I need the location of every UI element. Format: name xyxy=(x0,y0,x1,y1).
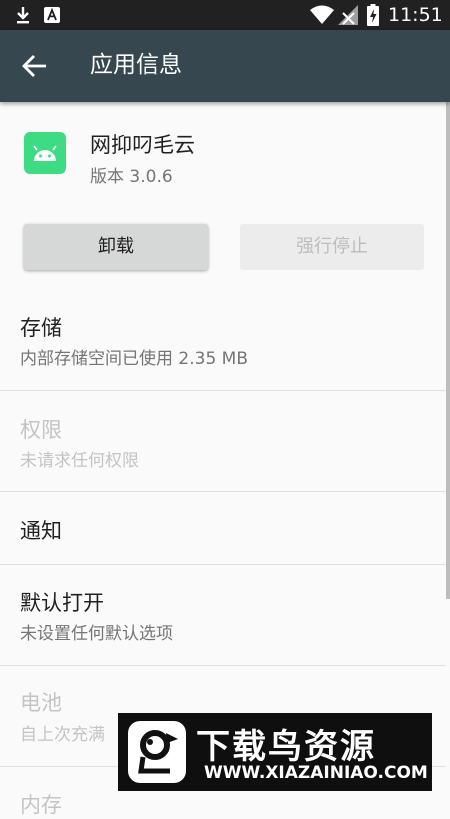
bird-logo-icon xyxy=(128,721,186,783)
scrollbar[interactable] xyxy=(446,102,450,599)
force-stop-button[interactable]: 强行停止 xyxy=(240,224,424,270)
download-icon xyxy=(17,7,29,24)
android-icon xyxy=(24,132,66,174)
battery-charging-icon xyxy=(367,4,379,26)
watermark-url: WWW.XIAZAINIAO.COM xyxy=(204,763,428,783)
settings-item-notifications[interactable]: 通知 xyxy=(0,492,446,565)
app-bar: 应用信息 xyxy=(0,30,450,102)
status-time: 11:51 xyxy=(388,4,443,26)
settings-item-title: 默认打开 xyxy=(20,591,104,615)
settings-item-title: 电池 xyxy=(20,691,62,715)
settings-item-title: 内存 xyxy=(20,793,62,817)
app-name: 网抑叼毛云 xyxy=(90,133,195,157)
settings-item-storage[interactable]: 存储 内部存储空间已使用 2.35 MB xyxy=(0,288,446,391)
settings-item-open-by-default[interactable]: 默认打开 未设置任何默认选项 xyxy=(0,565,446,666)
settings-item-subtitle: 内部存储空间已使用 2.35 MB xyxy=(20,349,248,369)
app-version: 版本 3.0.6 xyxy=(90,167,173,187)
settings-item-subtitle: 自上次充满 xyxy=(20,725,105,745)
settings-item-subtitle: 未请求任何权限 xyxy=(20,451,139,471)
no-signal-icon xyxy=(338,5,358,25)
settings-item-subtitle: 未设置任何默认选项 xyxy=(20,624,173,644)
app-header: 网抑叼毛云 版本 3.0.6 xyxy=(0,102,450,212)
status-bar: 11:51 xyxy=(0,0,450,30)
settings-item-title: 存储 xyxy=(20,316,62,340)
settings-item-title: 通知 xyxy=(20,519,62,543)
watermark-title: 下载鸟资源 xyxy=(196,727,376,767)
uninstall-button[interactable]: 卸载 xyxy=(24,224,208,270)
arrow-back-icon[interactable] xyxy=(20,52,50,80)
page-title: 应用信息 xyxy=(90,52,182,78)
text-a-icon xyxy=(44,7,60,23)
watermark: 下载鸟资源 WWW.XIAZAINIAO.COM xyxy=(118,713,432,791)
wifi-icon xyxy=(310,5,334,24)
settings-item-title: 权限 xyxy=(20,418,62,442)
settings-item-permissions[interactable]: 权限 未请求任何权限 xyxy=(0,391,446,492)
